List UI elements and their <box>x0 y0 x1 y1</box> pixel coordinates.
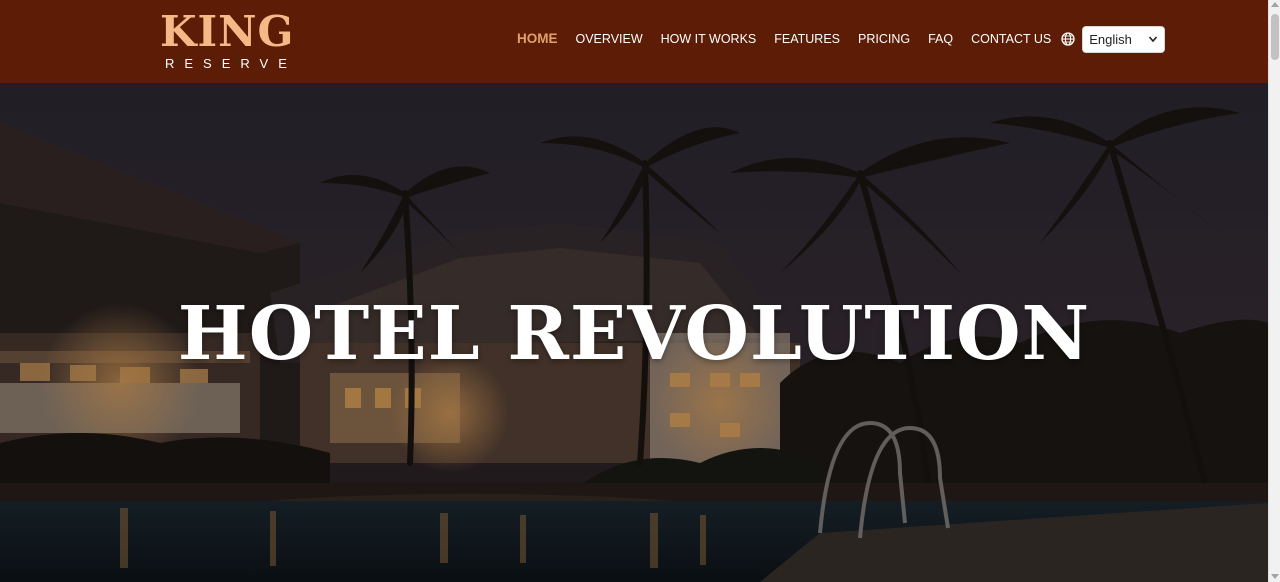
globe-icon <box>1060 24 1076 54</box>
hero-section: HOTEL REVOLUTION <box>0 83 1268 582</box>
nav-how-it-works[interactable]: HOW IT WORKS <box>652 24 766 54</box>
nav-home[interactable]: HOME <box>510 24 567 54</box>
scrollbar-thumb[interactable] <box>1271 14 1279 60</box>
language-select-value: English <box>1089 31 1132 47</box>
nav-features[interactable]: FEATURES <box>765 24 849 54</box>
scroll-down-arrow-icon[interactable] <box>1271 574 1279 579</box>
nav-faq[interactable]: FAQ <box>919 24 962 54</box>
scroll-up-arrow-icon[interactable] <box>1271 2 1279 7</box>
chevron-down-icon <box>1149 36 1158 43</box>
logo-wordmark: KING <box>160 7 295 56</box>
page: KING RESERVE HOME OVERVIEW HOW IT WORKS … <box>0 0 1280 582</box>
site-header: KING RESERVE HOME OVERVIEW HOW IT WORKS … <box>0 0 1268 83</box>
logo[interactable]: KING RESERVE <box>160 10 300 72</box>
main-nav: HOME OVERVIEW HOW IT WORKS FEATURES PRIC… <box>510 24 1166 54</box>
language-select[interactable]: English <box>1082 25 1166 53</box>
nav-overview[interactable]: OVERVIEW <box>567 24 652 54</box>
page-scrollbar[interactable] <box>1268 0 1280 582</box>
nav-pricing[interactable]: PRICING <box>849 24 919 54</box>
nav-contact-us[interactable]: CONTACT US <box>962 24 1060 54</box>
hero-title: HOTEL REVOLUTION <box>177 290 1091 377</box>
logo-tagline: RESERVE <box>165 56 297 71</box>
